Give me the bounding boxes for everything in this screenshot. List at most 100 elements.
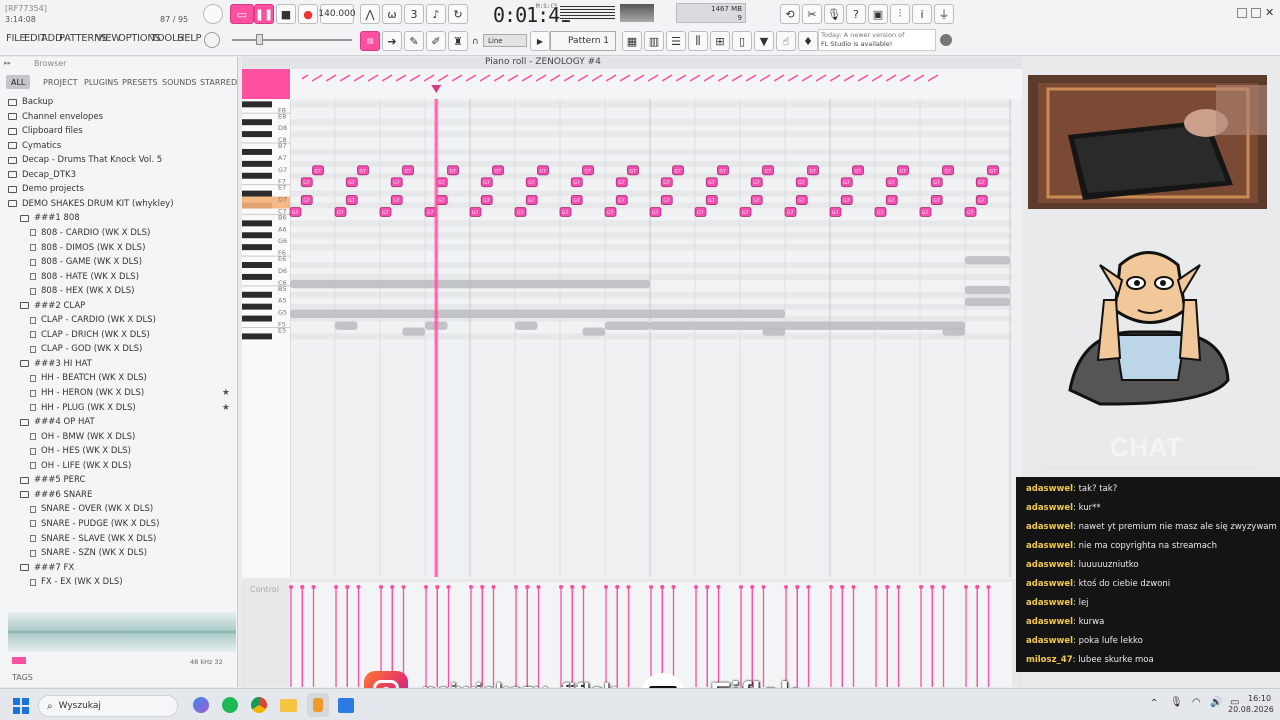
step-edit-button[interactable]: ♪ bbox=[426, 4, 446, 24]
templates-button[interactable]: ▯ bbox=[732, 31, 752, 51]
chrome-icon[interactable] bbox=[251, 697, 267, 713]
browser-folder[interactable]: ###6 SNARE bbox=[0, 488, 236, 502]
help-button[interactable]: ? bbox=[846, 4, 866, 24]
countdown-button[interactable]: 3 bbox=[404, 4, 424, 24]
browser-folder[interactable]: Clipboard files bbox=[0, 124, 236, 138]
clock-time[interactable]: 16:10 bbox=[1248, 694, 1271, 703]
browser-folder[interactable]: ###2 CLAP bbox=[0, 299, 236, 313]
pitch-slider-handle[interactable] bbox=[256, 34, 263, 45]
browser-file[interactable]: 808 - CARDIO (WK X DLS) bbox=[0, 226, 236, 240]
browser-file[interactable]: CLAP - DRICH (WK X DLS) bbox=[0, 328, 236, 342]
notepad-icon[interactable] bbox=[338, 698, 354, 713]
volume-icon[interactable]: 🔊 bbox=[1210, 697, 1222, 708]
master-volume-knob[interactable] bbox=[203, 4, 223, 24]
tab-starred[interactable]: STARRED bbox=[200, 75, 237, 89]
browser-folder[interactable]: ###3 HI HAT bbox=[0, 357, 236, 371]
stop-button[interactable]: ■ bbox=[276, 4, 296, 24]
wifi-icon[interactable]: ◠ bbox=[1192, 697, 1201, 708]
maximize-button[interactable] bbox=[1251, 8, 1261, 18]
browser-file[interactable]: SNARE - PUDGE (WK X DLS) bbox=[0, 517, 236, 531]
tab-sounds[interactable]: SOUNDS bbox=[162, 75, 196, 89]
online-globe-icon[interactable] bbox=[940, 34, 952, 46]
browser-file[interactable]: CLAP - CARDIO (WK X DLS) bbox=[0, 313, 236, 327]
pointer-tool-button[interactable]: ➜ bbox=[382, 31, 402, 51]
browser-file[interactable]: 808 - HEX (WK X DLS) bbox=[0, 284, 236, 298]
browser-file[interactable]: 808 - HATE (WK X DLS) bbox=[0, 270, 236, 284]
save-button[interactable]: ▣ bbox=[868, 4, 888, 24]
spotify-taskbar-icon[interactable] bbox=[222, 697, 238, 713]
main-pitch-slider[interactable] bbox=[232, 39, 352, 41]
browser-file[interactable]: HH - BEATCH (WK X DLS) bbox=[0, 371, 236, 385]
menu-file[interactable]: FILE bbox=[6, 33, 26, 44]
windows-start-button[interactable] bbox=[13, 698, 29, 714]
chevron-up-icon[interactable]: ⌃ bbox=[1150, 698, 1158, 709]
playlist-button[interactable]: ▦ bbox=[622, 31, 642, 51]
clock-date[interactable]: 20.08.2026 bbox=[1228, 705, 1274, 714]
browser-folder[interactable]: Backup bbox=[0, 95, 236, 109]
tab-plugins[interactable]: PLUGINS bbox=[84, 75, 118, 89]
browser-file[interactable]: 808 - DIMOS (WK X DLS) bbox=[0, 241, 236, 255]
tempo-tapper-button[interactable]: ♦ bbox=[798, 31, 818, 51]
touch-keyboard-button[interactable]: ☝ bbox=[776, 31, 796, 51]
menu-help[interactable]: HELP bbox=[177, 33, 202, 44]
pattern-selector[interactable]: Pattern 1 bbox=[550, 31, 616, 51]
browser-button[interactable]: ⊞ bbox=[710, 31, 730, 51]
metronome-button[interactable]: ⋀ bbox=[360, 4, 380, 24]
browser-folder[interactable]: ###7 FX bbox=[0, 561, 236, 575]
browser-file[interactable]: 808 - GAME (WK X DLS) bbox=[0, 255, 236, 269]
browser-folder[interactable]: ###1 808 bbox=[0, 211, 236, 225]
copilot-icon[interactable] bbox=[193, 697, 209, 713]
browser-folder[interactable]: Cymatics bbox=[0, 139, 236, 153]
info-button[interactable]: i bbox=[912, 4, 932, 24]
cut-button[interactable]: ✂ bbox=[802, 4, 822, 24]
browser-folder[interactable]: Decap - Drums That Knock Vol. 5 bbox=[0, 153, 236, 167]
cpu-knob[interactable] bbox=[204, 32, 220, 48]
microphone-tray-icon[interactable]: 🎙 bbox=[1170, 697, 1183, 708]
browser-file[interactable]: SNARE - SLAVE (WK X DLS) bbox=[0, 532, 236, 546]
news-panel[interactable]: Today: A newer version of FL Studio is a… bbox=[818, 29, 936, 51]
browser-file[interactable]: OH - HES (WK X DLS) bbox=[0, 444, 236, 458]
browser-folder[interactable]: ###4 OP HAT bbox=[0, 415, 236, 429]
minimize-button[interactable] bbox=[1237, 8, 1247, 18]
snap-mode-select[interactable]: Line bbox=[483, 34, 527, 47]
browser-folder[interactable]: Decap_DTK3 bbox=[0, 168, 236, 182]
browser-folder[interactable]: DEMO SHAKES DRUM KIT (whykley) bbox=[0, 197, 236, 211]
pattern-arrow-button[interactable]: ▶ bbox=[530, 31, 550, 51]
browser-file[interactable]: OH - BMW (WK X DLS) bbox=[0, 430, 236, 444]
browser-folder[interactable]: ###5 PERC bbox=[0, 473, 236, 487]
browser-file[interactable]: CLAP - GOD (WK X DLS) bbox=[0, 342, 236, 356]
loop-record-button[interactable]: ↻ bbox=[448, 4, 468, 24]
wait-input-button[interactable]: ω bbox=[382, 4, 402, 24]
browser-file[interactable]: SNARE - SZN (WK X DLS) bbox=[0, 546, 236, 560]
tags-label[interactable]: TAGS bbox=[12, 673, 33, 682]
channel-rack-button[interactable]: ☰ bbox=[666, 31, 686, 51]
file-explorer-icon[interactable] bbox=[280, 699, 297, 712]
draw-tool-button[interactable]: ✎ bbox=[404, 31, 424, 51]
pattern-song-toggle[interactable]: ▭ bbox=[230, 4, 254, 24]
browser-folder[interactable]: Demo projects bbox=[0, 182, 236, 196]
piano-roll-button[interactable]: ▥ bbox=[644, 31, 664, 51]
paint-tool-button[interactable]: ♜ bbox=[448, 31, 468, 51]
brush-tool-button[interactable]: ✐ bbox=[426, 31, 446, 51]
tempo-field[interactable]: 140.000 bbox=[318, 4, 356, 24]
plugin-button[interactable]: ⏚ bbox=[934, 4, 954, 24]
browser-folder[interactable]: Channel envelopes bbox=[0, 110, 236, 124]
snap-toggle-button[interactable]: ▤ bbox=[360, 31, 380, 51]
undo-history-button[interactable]: ⟲ bbox=[780, 4, 800, 24]
browser-file[interactable]: HH - HERON (WK X DLS) ★ bbox=[0, 386, 236, 400]
mixer-window-button[interactable]: ⫼ bbox=[688, 31, 708, 51]
browser-file[interactable]: FX - EX (WK X DLS) bbox=[0, 575, 236, 589]
tab-presets[interactable]: PRESETS bbox=[122, 75, 158, 89]
piano-roll-canvas[interactable]: F8E8D8C8B7A7G7F7E7D7C7B6A6G6F6E6D6C6B5A5… bbox=[242, 57, 1022, 687]
pause-button[interactable]: ❚❚ bbox=[254, 4, 274, 24]
plugin-picker-button[interactable]: ▼ bbox=[754, 31, 774, 51]
star-icon[interactable]: ★ bbox=[222, 388, 230, 398]
record-button[interactable]: ● bbox=[298, 4, 318, 24]
browser-file[interactable]: OH - LIFE (WK X DLS) bbox=[0, 459, 236, 473]
time-display[interactable]: 0:01:41 bbox=[493, 3, 571, 27]
mixer-button[interactable]: ⫶ bbox=[890, 4, 910, 24]
taskbar-search[interactable]: ⌕ Wyszukaj bbox=[38, 695, 178, 717]
browser-file[interactable]: SNARE - OVER (WK X DLS) bbox=[0, 502, 236, 516]
tab-all[interactable]: ALL bbox=[6, 75, 31, 89]
tab-project[interactable]: PROJECT bbox=[43, 75, 78, 89]
